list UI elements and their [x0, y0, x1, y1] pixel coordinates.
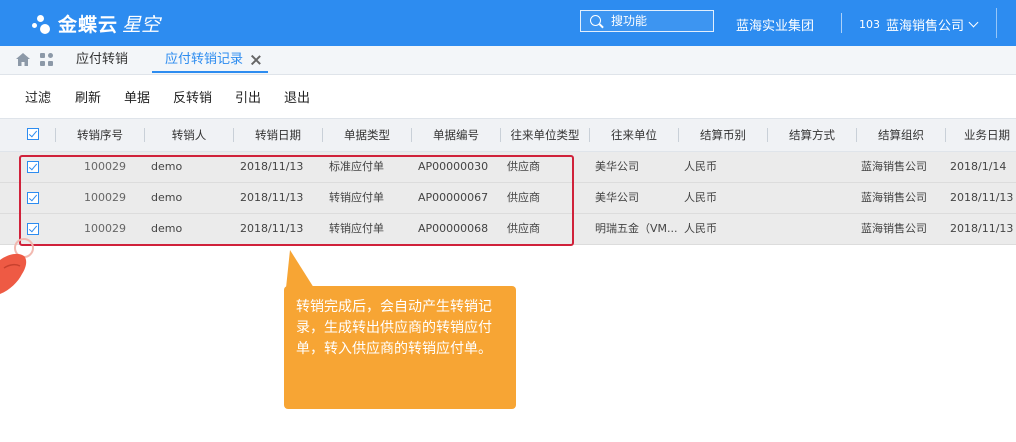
close-icon[interactable]	[251, 55, 261, 65]
col-header-cp-type[interactable]: 往来单位类型	[501, 119, 589, 151]
cell-currency: 人民币	[684, 222, 717, 235]
filter-button[interactable]: 过滤	[25, 87, 51, 106]
select-all-checkbox[interactable]	[27, 128, 39, 140]
col-header-seq[interactable]: 转销序号	[56, 119, 144, 151]
tab-writeoff-records[interactable]: 应付转销记录	[165, 46, 243, 74]
export-button[interactable]: 引出	[235, 87, 261, 106]
col-header-method[interactable]: 结算方式	[768, 119, 856, 151]
chevron-down-icon	[968, 17, 979, 28]
account-code: 103	[859, 18, 880, 31]
refresh-button[interactable]: 刷新	[75, 87, 101, 106]
col-header-doc-type[interactable]: 单据类型	[323, 119, 411, 151]
logo-icon	[30, 12, 52, 34]
search-icon	[590, 15, 601, 26]
col-header-counterparty[interactable]: 往来单位	[590, 119, 678, 151]
exit-button[interactable]: 退出	[284, 87, 310, 106]
search-input[interactable]	[611, 13, 706, 29]
cell-biz-date: 2018/11/13	[950, 222, 1014, 235]
grid-header: 转销序号 转销人 转销日期 单据类型 单据编号 往来单位类型 往来单位 结算币别…	[0, 118, 1016, 152]
callout-pointer	[286, 250, 314, 288]
cell-counterparty: 明瑞五金（VM...	[595, 222, 678, 235]
callout-bubble: 转销完成后，会自动产生转销记录，生成转出供应商的转销应付单，转入供应商的转销应付…	[284, 286, 516, 409]
cell-biz-date: 2018/11/13	[950, 191, 1014, 204]
cell-currency: 人民币	[684, 191, 717, 204]
cell-settle-org: 蓝海销售公司	[861, 160, 927, 173]
top-bar: 金蝶云 星空 蓝海实业集团 103 蓝海销售公司	[0, 0, 1016, 46]
hand-pointer-icon	[0, 238, 34, 294]
col-header-currency[interactable]: 结算币别	[679, 119, 767, 151]
col-header-settle-org[interactable]: 结算组织	[857, 119, 945, 151]
toolbar: 过滤 刷新 单据 反转销 引出 退出	[0, 75, 1016, 115]
cell-counterparty: 美华公司	[595, 191, 639, 204]
cell-currency: 人民币	[684, 160, 717, 173]
cell-counterparty: 美华公司	[595, 160, 639, 173]
cell-settle-org: 蓝海销售公司	[861, 222, 927, 235]
cell-settle-org: 蓝海销售公司	[861, 191, 927, 204]
cell-biz-date: 2018/1/14	[950, 160, 1007, 173]
col-header-date[interactable]: 转销日期	[234, 119, 322, 151]
divider	[841, 13, 842, 33]
col-header-doc-no[interactable]: 单据编号	[412, 119, 500, 151]
apps-icon[interactable]	[40, 53, 54, 67]
col-header-biz-date[interactable]: 业务日期	[946, 119, 1016, 151]
logo-subtext: 星空	[122, 13, 161, 36]
org-name[interactable]: 蓝海实业集团	[736, 15, 814, 34]
account-switcher[interactable]: 103 蓝海销售公司	[859, 15, 979, 34]
function-search[interactable]	[580, 10, 714, 32]
home-icon[interactable]	[16, 53, 30, 66]
highlight-frame	[19, 155, 574, 246]
col-header-user[interactable]: 转销人	[145, 119, 233, 151]
logo-text: 金蝶云	[58, 13, 119, 36]
divider	[996, 8, 997, 38]
document-button[interactable]: 单据	[124, 87, 150, 106]
active-tab-indicator	[152, 71, 268, 73]
tab-payable-writeoff[interactable]: 应付转销	[76, 46, 128, 74]
account-name: 蓝海销售公司	[886, 19, 965, 34]
app-logo[interactable]: 金蝶云 星空	[30, 10, 160, 36]
reverse-writeoff-button[interactable]: 反转销	[173, 87, 212, 106]
